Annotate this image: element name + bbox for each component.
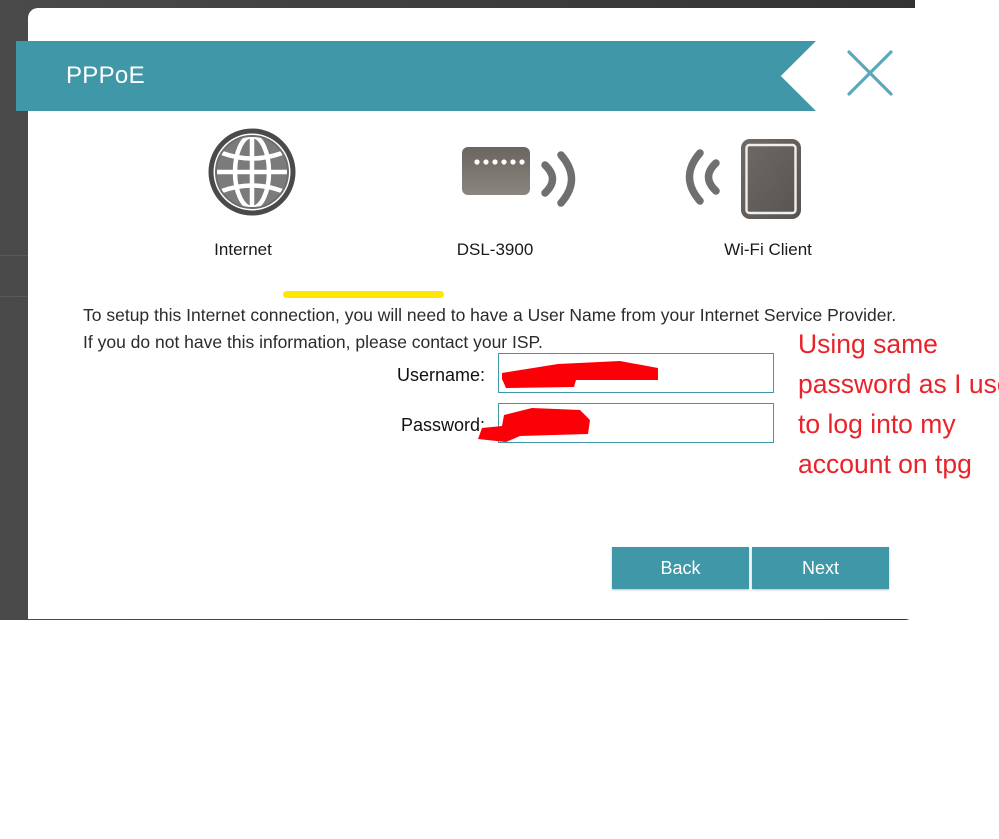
username-field[interactable] bbox=[498, 353, 774, 393]
diagram-node-internet: Internet bbox=[123, 118, 363, 268]
annotation-note: Using same password as I use to log into… bbox=[798, 329, 999, 479]
diagram-node-router: DSL-3900 bbox=[375, 118, 615, 268]
connection-link-yellow bbox=[283, 291, 444, 298]
password-input[interactable] bbox=[499, 404, 773, 442]
wifi-waves-icon bbox=[680, 146, 726, 213]
back-button[interactable]: Back bbox=[612, 547, 749, 589]
username-input[interactable] bbox=[499, 354, 773, 392]
wifi-waves-icon bbox=[535, 148, 581, 215]
dialog-header: PPPoE bbox=[16, 41, 816, 111]
globe-icon bbox=[208, 128, 296, 221]
pppoe-dialog: PPPoE Internet DSL-3900 Wi-Fi Client To … bbox=[16, 8, 999, 619]
dialog-actions: Back Next bbox=[612, 547, 889, 589]
diagram-node-label: Internet bbox=[214, 240, 272, 259]
diagram-node-label: DSL-3900 bbox=[456, 240, 534, 259]
router-icon bbox=[461, 146, 531, 201]
diagram-node-client: Wi-Fi Client bbox=[648, 118, 888, 268]
diagram-node-label: Wi-Fi Client bbox=[724, 240, 812, 259]
tablet-icon bbox=[740, 138, 802, 225]
next-button[interactable]: Next bbox=[752, 547, 889, 589]
username-label: Username: bbox=[396, 365, 485, 385]
backdrop-divider bbox=[0, 296, 28, 297]
dialog-title: PPPoE bbox=[66, 62, 145, 89]
network-topology-diagram: Internet DSL-3900 Wi-Fi Client bbox=[28, 118, 999, 298]
password-label: Password: bbox=[400, 415, 485, 435]
close-icon[interactable] bbox=[839, 42, 901, 104]
password-field[interactable] bbox=[498, 403, 774, 443]
backdrop-divider bbox=[0, 255, 28, 256]
intro-text: To setup this Internet connection, you w… bbox=[83, 304, 897, 352]
